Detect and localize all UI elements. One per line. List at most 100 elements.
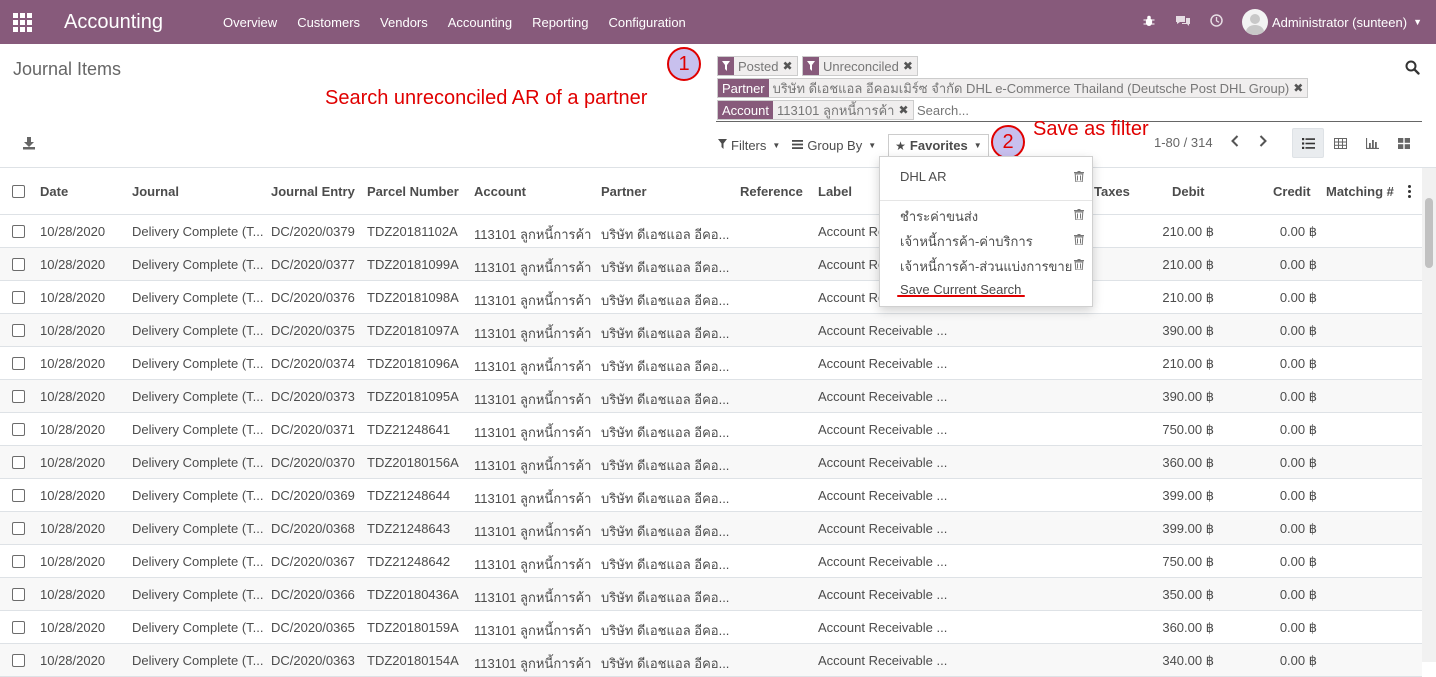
favorite-item[interactable]: DHL AR	[900, 169, 1080, 184]
row-checkbox[interactable]	[12, 588, 25, 601]
table-row[interactable]: 10/28/2020 Delivery Complete (T... DC/2020…	[0, 611, 1422, 644]
download-icon[interactable]	[22, 136, 36, 150]
col-debit[interactable]: Debit	[1172, 184, 1205, 199]
cell-account: 113101 ลูกหนี้การค้า	[474, 260, 592, 275]
menu-accounting[interactable]: Accounting	[438, 15, 522, 30]
pivot-view-icon[interactable]	[1324, 128, 1356, 158]
table-row[interactable]: 10/28/2020 Delivery Complete (T... DC/2020…	[0, 545, 1422, 578]
cell-account: 113101 ลูกหนี้การค้า	[474, 392, 592, 407]
row-checkbox[interactable]	[12, 621, 25, 634]
cell-account: 113101 ลูกหนี้การค้า	[474, 293, 592, 308]
group-by-button[interactable]: Group By ▼	[792, 135, 876, 155]
cell-label: Account Receivable ...	[818, 455, 948, 470]
pager-previous-icon[interactable]	[1221, 134, 1249, 150]
cell-debit: 390.00 ฿	[1162, 389, 1214, 404]
favorite-item[interactable]: เจ้าหนี้การค้า-ค่าบริการ	[900, 231, 1080, 252]
col-label[interactable]: Label	[818, 184, 852, 199]
row-checkbox[interactable]	[12, 654, 25, 667]
row-checkbox[interactable]	[12, 324, 25, 337]
favorite-item[interactable]: เจ้าหนี้การค้า-ส่วนแบ่งการขาย	[900, 256, 1072, 277]
top-navbar: Accounting Overview Customers Vendors Ac…	[0, 0, 1436, 44]
app-brand[interactable]: Accounting	[64, 11, 213, 34]
trash-icon[interactable]	[1074, 258, 1084, 271]
cell-parcel-number: TDZ21248641	[367, 422, 451, 437]
col-partner[interactable]: Partner	[601, 184, 647, 199]
col-journal-entry[interactable]: Journal Entry	[271, 184, 355, 199]
table-row[interactable]: 10/28/2020 Delivery Complete (T... DC/2020…	[0, 314, 1422, 347]
row-checkbox[interactable]	[12, 291, 25, 304]
facet-remove-icon[interactable]: ✖	[902, 57, 917, 75]
debug-bug-icon[interactable]	[1132, 15, 1166, 30]
row-checkbox[interactable]	[12, 423, 25, 436]
optional-columns-icon[interactable]	[1408, 185, 1412, 200]
search-input[interactable]	[917, 100, 1217, 120]
favorites-button[interactable]: ★ Favorites ▼	[888, 134, 989, 156]
table-row[interactable]: 10/28/2020 Delivery Complete (T... DC/2020…	[0, 380, 1422, 413]
kanban-view-icon[interactable]	[1388, 128, 1420, 158]
menu-reporting[interactable]: Reporting	[522, 15, 598, 30]
group-by-label: Group By	[807, 137, 863, 153]
facet-remove-icon[interactable]: ✖	[898, 101, 913, 119]
table-row[interactable]: 10/28/2020 Delivery Complete (T... DC/2020…	[0, 512, 1422, 545]
row-checkbox[interactable]	[12, 357, 25, 370]
cell-journal: Delivery Complete (T...	[132, 356, 264, 371]
menu-configuration[interactable]: Configuration	[598, 15, 695, 30]
row-checkbox[interactable]	[12, 489, 25, 502]
cell-journal-entry: DC/2020/0369	[271, 488, 355, 503]
facet-remove-icon[interactable]: ✖	[782, 57, 797, 75]
row-checkbox[interactable]	[12, 390, 25, 403]
row-checkbox[interactable]	[12, 456, 25, 469]
menu-customers[interactable]: Customers	[287, 15, 370, 30]
col-taxes[interactable]: Taxes	[1094, 184, 1130, 199]
select-all-checkbox[interactable]	[12, 185, 25, 198]
cell-debit: 360.00 ฿	[1162, 455, 1214, 470]
table-row[interactable]: 10/28/2020 Delivery Complete (T... DC/2020…	[0, 215, 1422, 248]
table-row[interactable]: 10/28/2020 Delivery Complete (T... DC/2020…	[0, 248, 1422, 281]
col-parcel-number[interactable]: Parcel Number	[367, 184, 459, 199]
favorite-item[interactable]: ชำระค่าขนส่ง	[900, 206, 1080, 227]
table-row[interactable]: 10/28/2020 Delivery Complete (T... DC/2020…	[0, 578, 1422, 611]
menu-overview[interactable]: Overview	[213, 15, 287, 30]
row-checkbox[interactable]	[12, 522, 25, 535]
table-row[interactable]: 10/28/2020 Delivery Complete (T... DC/2020…	[0, 644, 1422, 677]
messages-icon[interactable]	[1166, 15, 1200, 30]
row-checkbox[interactable]	[12, 225, 25, 238]
row-checkbox[interactable]	[12, 258, 25, 271]
col-matching[interactable]: Matching #	[1326, 184, 1394, 199]
table-row[interactable]: 10/28/2020 Delivery Complete (T... DC/2020…	[0, 347, 1422, 380]
graph-view-icon[interactable]	[1356, 128, 1388, 158]
cell-credit: 0.00 ฿	[1279, 620, 1317, 635]
search-icon[interactable]	[1405, 60, 1421, 76]
col-journal[interactable]: Journal	[132, 184, 179, 199]
cell-debit: 360.00 ฿	[1162, 620, 1214, 635]
trash-icon[interactable]	[1074, 233, 1084, 246]
cell-parcel-number: TDZ20180156A	[367, 455, 459, 470]
menu-vendors[interactable]: Vendors	[370, 15, 438, 30]
trash-icon[interactable]	[1074, 170, 1084, 183]
filters-button[interactable]: Filters ▼	[718, 135, 780, 155]
cell-journal-entry: DC/2020/0376	[271, 290, 355, 305]
table-row[interactable]: 10/28/2020 Delivery Complete (T... DC/2020…	[0, 281, 1422, 314]
table-row[interactable]: 10/28/2020 Delivery Complete (T... DC/2020…	[0, 479, 1422, 512]
cell-journal: Delivery Complete (T...	[132, 587, 264, 602]
favorite-label: ชำระค่าขนส่ง	[900, 209, 979, 224]
scrollbar[interactable]	[1422, 168, 1436, 662]
col-reference[interactable]: Reference	[740, 184, 803, 199]
pager-next-icon[interactable]	[1249, 134, 1277, 150]
pager-value[interactable]: 1-80 / 314	[1154, 135, 1213, 150]
cell-label: Account Receivable ...	[818, 521, 948, 536]
apps-menu-icon[interactable]	[0, 0, 44, 44]
scrollbar-thumb[interactable]	[1425, 198, 1433, 268]
user-menu[interactable]: Administrator (sunteen) ▼	[1241, 9, 1436, 35]
list-view-icon[interactable]	[1292, 128, 1324, 158]
table-row[interactable]: 10/28/2020 Delivery Complete (T... DC/2020…	[0, 446, 1422, 479]
table-row[interactable]: 10/28/2020 Delivery Complete (T... DC/2020…	[0, 413, 1422, 446]
cell-partner: บริษัท ดีเอชแอล อีคอ...	[601, 458, 730, 473]
col-date[interactable]: Date	[40, 184, 68, 199]
activity-clock-icon[interactable]	[1200, 14, 1234, 30]
col-account[interactable]: Account	[474, 184, 526, 199]
trash-icon[interactable]	[1074, 208, 1084, 221]
row-checkbox[interactable]	[12, 555, 25, 568]
facet-remove-icon[interactable]: ✖	[1293, 79, 1308, 97]
col-credit[interactable]: Credit	[1273, 184, 1311, 199]
